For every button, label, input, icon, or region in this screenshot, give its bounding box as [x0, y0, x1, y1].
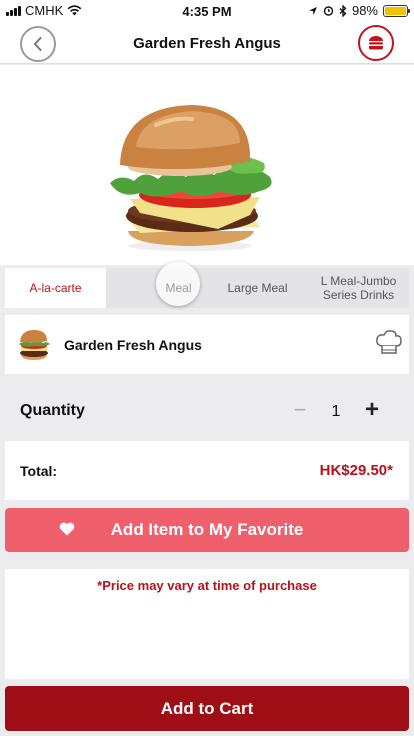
- product-item: Garden Fresh Angus: [5, 315, 409, 374]
- product-hero: [0, 65, 414, 265]
- tab-a-la-carte[interactable]: A-la-carte: [5, 268, 106, 308]
- price-disclaimer: *Price may vary at time of purchase: [97, 578, 317, 593]
- add-favorite-button[interactable]: Add Item to My Favorite: [5, 508, 409, 552]
- battery-icon: [383, 4, 410, 17]
- page-title: Garden Fresh Angus: [133, 35, 281, 52]
- note-card: *Price may vary at time of purchase: [5, 569, 409, 679]
- tab-meal[interactable]: Meal: [106, 262, 207, 308]
- quantity-label: Quantity: [20, 402, 85, 419]
- heart-icon: [59, 522, 75, 536]
- add-to-cart-label: Add to Cart: [160, 698, 254, 718]
- product-name: Garden Fresh Angus: [64, 336, 202, 353]
- tab-l-meal-jumbo[interactable]: L Meal-Jumbo Series Drinks: [308, 268, 409, 308]
- battery-percent: 98%: [351, 3, 378, 18]
- total-price: HK$29.50*: [319, 462, 393, 479]
- add-to-cart-button[interactable]: Add to Cart: [5, 686, 409, 731]
- burger-menu-icon: [369, 36, 383, 50]
- chef-hat-icon[interactable]: [375, 329, 403, 357]
- quantity-increase-button[interactable]: +: [361, 398, 383, 422]
- total-card: Total: HK$29.50*: [5, 441, 409, 500]
- tab-label: Large Meal: [227, 281, 288, 295]
- bluetooth-icon: [339, 4, 347, 17]
- product-thumbnail: [19, 329, 50, 360]
- location-arrow-icon: [308, 6, 317, 15]
- status-right: 98%: [308, 3, 410, 18]
- status-bar: CMHK 4:35 PM 98%: [0, 0, 414, 22]
- tab-label: Meal: [165, 281, 192, 295]
- quantity-value: 1: [331, 403, 341, 420]
- tab-label: L Meal-Jumbo Series Drinks: [320, 274, 397, 302]
- add-favorite-label: Add Item to My Favorite: [110, 520, 304, 539]
- menu-button[interactable]: [358, 25, 394, 61]
- alarm-icon: [323, 6, 334, 16]
- quantity-decrease-button[interactable]: −: [289, 399, 311, 422]
- burger-image: [110, 105, 272, 251]
- tab-large-meal[interactable]: Large Meal: [207, 268, 308, 308]
- total-label: Total:: [20, 463, 58, 479]
- nav-header: Garden Fresh Angus: [0, 22, 414, 64]
- tab-label: A-la-carte: [29, 281, 82, 295]
- meal-option-tabs: A-la-carte Meal Large Meal L Meal-Jumbo …: [5, 262, 409, 308]
